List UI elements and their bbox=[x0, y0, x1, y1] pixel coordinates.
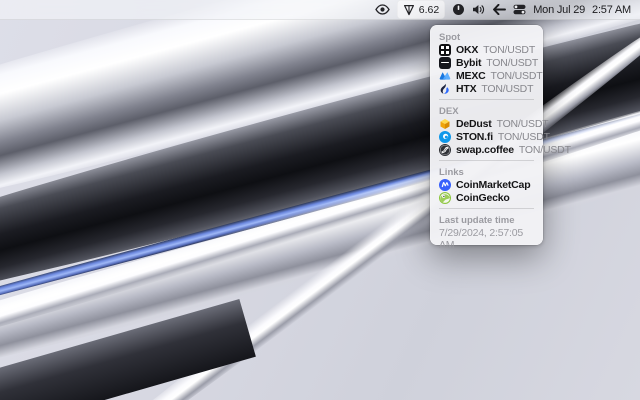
pair-label: TON/USDT bbox=[483, 44, 535, 56]
menu-item-bybit[interactable]: Bybit TON/USDT bbox=[430, 56, 543, 69]
divider bbox=[439, 99, 534, 100]
pair-label: TON/USDT bbox=[486, 57, 538, 69]
coingecko-icon bbox=[439, 192, 451, 204]
link-name: CoinGecko bbox=[456, 192, 510, 204]
section-title-last-update: Last update time bbox=[430, 212, 543, 226]
date-label: Mon Jul 29 bbox=[533, 4, 585, 16]
power-circle-icon[interactable] bbox=[452, 2, 465, 18]
bybit-icon bbox=[439, 57, 451, 69]
ton-diamond-icon bbox=[403, 2, 415, 18]
divider bbox=[439, 208, 534, 209]
time-label: 2:57 AM bbox=[592, 4, 631, 16]
desktop-wallpaper bbox=[0, 0, 640, 400]
link-name: CoinMarketCap bbox=[456, 179, 530, 191]
exchange-name: MEXC bbox=[456, 70, 486, 82]
coinmarketcap-icon bbox=[439, 179, 451, 191]
section-title-dex: DEX bbox=[430, 103, 543, 117]
menu-item-mexc[interactable]: MEXC TON/USDT bbox=[430, 69, 543, 82]
pair-label: TON/USDT bbox=[481, 83, 533, 95]
menu-item-htx[interactable]: HTX TON/USDT bbox=[430, 82, 543, 95]
stonfi-icon bbox=[439, 131, 451, 143]
menu-item-swapcoffee[interactable]: swap.coffee TON/USDT bbox=[430, 143, 543, 156]
menu-item-dedust[interactable]: DeDust TON/USDT bbox=[430, 117, 543, 130]
pair-label: TON/USDT bbox=[498, 131, 550, 143]
section-title-links: Links bbox=[430, 164, 543, 178]
menu-bar-clock[interactable]: Mon Jul 29 2:57 AM bbox=[533, 4, 631, 16]
ton-price-value: 6.62 bbox=[419, 4, 439, 16]
dedust-icon bbox=[439, 118, 451, 130]
pair-label: TON/USDT bbox=[497, 118, 549, 130]
menu-item-okx[interactable]: OKX TON/USDT bbox=[430, 43, 543, 56]
ton-price-menu-item[interactable]: 6.62 bbox=[397, 0, 445, 19]
exchange-name: Bybit bbox=[456, 57, 481, 69]
volume-icon[interactable] bbox=[472, 2, 486, 18]
ton-price-dropdown: Spot OKX TON/USDT Bybit TON/USDT MEXC TO… bbox=[430, 25, 543, 245]
last-update-timestamp: 7/29/2024, 2:57:05 AM bbox=[430, 226, 543, 239]
pair-label: TON/USDT bbox=[491, 70, 543, 82]
section-title-spot: Spot bbox=[430, 29, 543, 43]
exchange-name: HTX bbox=[456, 83, 476, 95]
divider bbox=[439, 160, 534, 161]
menu-item-coinmarketcap[interactable]: CoinMarketCap bbox=[430, 178, 543, 191]
menu-item-coingecko[interactable]: CoinGecko bbox=[430, 191, 543, 204]
pair-label: TON/USDT bbox=[519, 144, 571, 156]
arrow-left-icon[interactable] bbox=[493, 2, 506, 18]
menu-bar: 6.62 Mon Jul 29 2:57 AM bbox=[0, 0, 640, 20]
control-center-icon[interactable] bbox=[513, 2, 526, 18]
htx-icon bbox=[439, 83, 451, 95]
menu-item-stonfi[interactable]: STON.fi TON/USDT bbox=[430, 130, 543, 143]
swapcoffee-icon bbox=[439, 144, 451, 156]
eye-icon[interactable] bbox=[375, 2, 390, 18]
exchange-name: STON.fi bbox=[456, 131, 493, 143]
exchange-name: OKX bbox=[456, 44, 478, 56]
okx-icon bbox=[439, 44, 451, 56]
mexc-icon bbox=[439, 70, 451, 82]
exchange-name: DeDust bbox=[456, 118, 492, 130]
exchange-name: swap.coffee bbox=[456, 144, 514, 156]
